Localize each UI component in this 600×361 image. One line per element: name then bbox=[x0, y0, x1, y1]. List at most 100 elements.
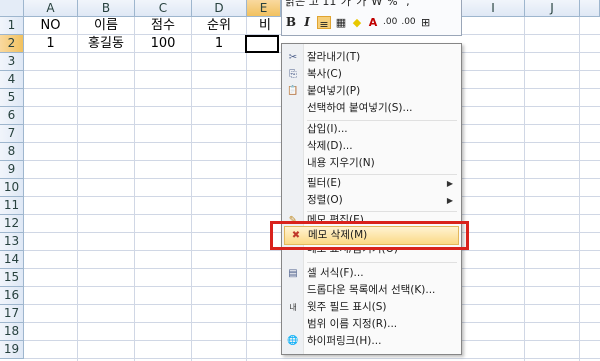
menu-item-label: 정렬(O) bbox=[307, 194, 343, 206]
menu-item-label: 필터(E) bbox=[307, 177, 342, 189]
row-header[interactable]: 13 bbox=[0, 233, 24, 251]
row-header[interactable]: 11 bbox=[0, 197, 24, 215]
currency-button[interactable]: ₩ bbox=[371, 0, 383, 9]
grow-font-button[interactable]: 가 bbox=[340, 0, 352, 9]
comma-button[interactable]: , bbox=[402, 0, 414, 9]
menu-item-delete[interactable]: 삭제(D)... bbox=[282, 138, 461, 155]
row-header[interactable]: 15 bbox=[0, 269, 24, 287]
gridline bbox=[191, 17, 192, 361]
fill-color-icon[interactable]: ◆ bbox=[351, 15, 363, 30]
row-header[interactable]: 12 bbox=[0, 215, 24, 233]
menu-item-define-name[interactable]: 범위 이름 지정(R)... bbox=[282, 316, 461, 333]
row-header[interactable]: 4 bbox=[0, 71, 24, 89]
row-header[interactable]: 8 bbox=[0, 143, 24, 161]
submenu-arrow-icon: ▶ bbox=[446, 196, 453, 205]
row-header[interactable]: 7 bbox=[0, 125, 24, 143]
row-header[interactable]: 14 bbox=[0, 251, 24, 269]
gridline bbox=[246, 17, 247, 361]
row-header[interactable]: 10 bbox=[0, 179, 24, 197]
cell-d2[interactable]: 1 bbox=[192, 35, 246, 53]
menu-item-sort[interactable]: 정렬(O) ▶ bbox=[282, 192, 461, 209]
menu-item-label: 내용 지우기(N) bbox=[307, 157, 375, 169]
cell-c1[interactable]: 점수 bbox=[135, 17, 191, 35]
menu-item-format-cells[interactable]: ▤ 셀 서식(F)... bbox=[282, 265, 461, 282]
row-header[interactable]: 9 bbox=[0, 161, 24, 179]
border-icon[interactable]: ▦ bbox=[335, 15, 347, 30]
menu-item-pick-from-dropdown[interactable]: 드롭다운 목록에서 선택(K)... bbox=[282, 282, 461, 299]
menu-item-copy[interactable]: ⎘ 복사(C) bbox=[282, 66, 461, 83]
phonetic-icon: 내 bbox=[289, 303, 297, 312]
cell-b1[interactable]: 이름 bbox=[78, 17, 134, 35]
cell-a2[interactable]: 1 bbox=[24, 35, 77, 53]
globe-icon: 🌐 bbox=[287, 336, 299, 346]
select-all-corner[interactable] bbox=[0, 0, 24, 17]
shrink-font-button[interactable]: 가 bbox=[355, 0, 367, 9]
menu-item-clear-contents[interactable]: 내용 지우기(N) bbox=[282, 155, 461, 172]
gridline bbox=[134, 17, 135, 361]
row-header[interactable]: 1 bbox=[0, 17, 24, 35]
menu-item-label: 삭제(D)... bbox=[307, 140, 353, 152]
italic-button[interactable]: I bbox=[301, 15, 313, 30]
gridline bbox=[579, 17, 580, 361]
merge-icon[interactable]: ⊞ bbox=[420, 15, 432, 30]
menu-item-label: 드롭다운 목록에서 선택(K)... bbox=[307, 284, 436, 296]
font-name-box[interactable]: 맑은 고 bbox=[285, 0, 319, 9]
percent-button[interactable]: % bbox=[386, 0, 398, 9]
column-header-d[interactable]: D bbox=[192, 0, 247, 17]
row-header[interactable]: 17 bbox=[0, 305, 24, 323]
menu-item-paste-special[interactable]: 선택하여 붙여넣기(S)... bbox=[282, 100, 461, 117]
context-menu: ✂ 잘라내기(T) ⎘ 복사(C) 📋 붙여넣기(P) 선택하여 붙여넣기(S)… bbox=[281, 43, 462, 355]
format-cells-icon: ▤ bbox=[288, 268, 298, 279]
cell-c2[interactable]: 100 bbox=[135, 35, 191, 53]
menu-item-label: 윗주 필드 표시(S) bbox=[307, 301, 387, 313]
column-header-b[interactable]: B bbox=[78, 0, 135, 17]
row-header[interactable]: 5 bbox=[0, 89, 24, 107]
scissors-icon: ✂ bbox=[288, 52, 298, 63]
column-header-e[interactable]: E bbox=[247, 0, 281, 17]
row-header[interactable]: 18 bbox=[0, 323, 24, 341]
cell-a1[interactable]: NO bbox=[24, 17, 77, 35]
menu-item-hyperlink[interactable]: 🌐 하이퍼링크(H)... bbox=[282, 333, 461, 350]
menu-item-label: 복사(C) bbox=[307, 68, 342, 80]
increase-decimal-button[interactable]: .00 bbox=[383, 15, 397, 30]
row-header[interactable]: 19 bbox=[0, 341, 24, 359]
font-size-box[interactable]: 11 bbox=[322, 0, 336, 9]
column-header-a[interactable]: A bbox=[24, 0, 78, 17]
gridline bbox=[524, 17, 525, 361]
gridline bbox=[24, 358, 600, 359]
row-header[interactable]: 2 bbox=[0, 35, 24, 53]
clipboard-icon: 📋 bbox=[287, 86, 299, 96]
column-header-i[interactable]: I bbox=[462, 0, 525, 17]
menu-item-label: 선택하여 붙여넣기(S)... bbox=[307, 102, 413, 114]
cell-b2[interactable]: 홍길동 bbox=[78, 35, 134, 53]
menu-item-filter[interactable]: 필터(E) ▶ bbox=[282, 175, 461, 192]
menu-item-label: 붙여넣기(P) bbox=[307, 85, 361, 97]
row-header[interactable]: 3 bbox=[0, 53, 24, 71]
menu-item-paste[interactable]: 📋 붙여넣기(P) bbox=[282, 83, 461, 100]
row-header[interactable]: 16 bbox=[0, 287, 24, 305]
menu-item-label: 잘라내기(T) bbox=[307, 51, 361, 63]
align-center-icon[interactable]: ≡ bbox=[317, 16, 331, 31]
cell-d1[interactable]: 순위 bbox=[192, 17, 246, 35]
gridline bbox=[77, 17, 78, 361]
menu-item-phonetic[interactable]: 내 윗주 필드 표시(S) bbox=[282, 299, 461, 316]
mini-toolbar: 맑은 고 11 가 가 ₩ % , B I ≡ ▦ ◆ A .00 .00 ⊞ bbox=[281, 0, 462, 36]
decrease-decimal-button[interactable]: .00 bbox=[401, 15, 415, 30]
mini-toolbar-row-font: 맑은 고 11 가 가 ₩ % , bbox=[285, 0, 414, 9]
menu-item-insert[interactable]: 삽입(I)... bbox=[282, 121, 461, 138]
bold-button[interactable]: B bbox=[285, 15, 297, 30]
submenu-arrow-icon: ▶ bbox=[446, 179, 453, 188]
menu-item-label: 셀 서식(F)... bbox=[307, 267, 364, 279]
menu-item-label: 하이퍼링크(H)... bbox=[307, 335, 382, 347]
menu-separator bbox=[307, 262, 457, 263]
column-header-c[interactable]: C bbox=[135, 0, 192, 17]
menu-item-cut[interactable]: ✂ 잘라내기(T) bbox=[282, 49, 461, 66]
active-cell-e2[interactable] bbox=[245, 35, 279, 53]
column-header-extra bbox=[580, 0, 600, 17]
column-header-j[interactable]: J bbox=[525, 0, 580, 17]
highlight-annotation-box bbox=[270, 221, 469, 250]
cell-e1[interactable]: 비고 bbox=[247, 17, 281, 35]
copy-icon: ⎘ bbox=[289, 69, 297, 80]
font-color-icon[interactable]: A bbox=[367, 15, 379, 30]
row-header[interactable]: 6 bbox=[0, 107, 24, 125]
